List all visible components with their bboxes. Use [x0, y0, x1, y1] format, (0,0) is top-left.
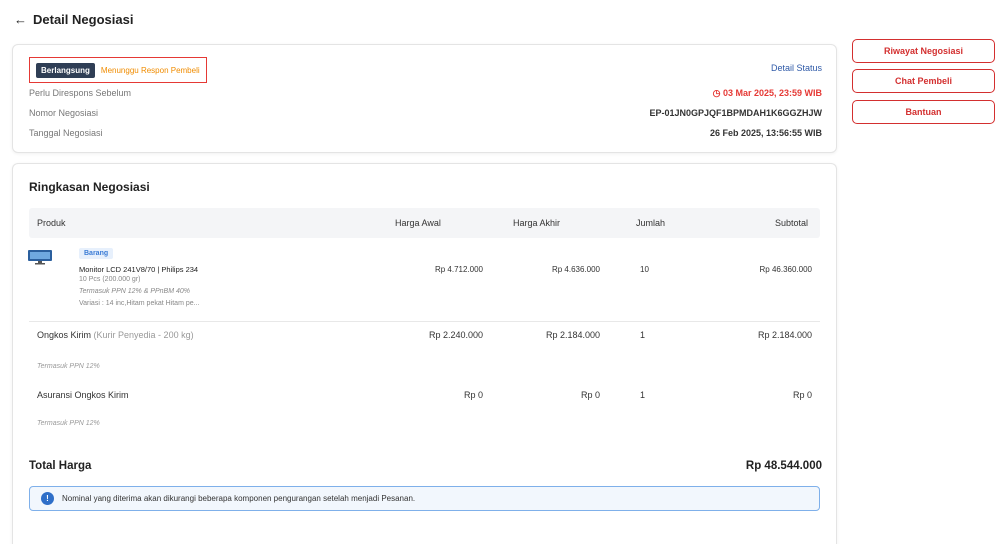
page-title: Detail Negosiasi: [33, 11, 134, 27]
shipping-jumlah: 1: [640, 330, 646, 340]
insurance-tax-note: Termasuk PPN 12%: [37, 420, 100, 427]
detail-status-link[interactable]: Detail Status: [771, 63, 822, 73]
monitor-thumbnail: [28, 250, 52, 265]
product-qty-weight: 10 Pcs (200.000 gr): [79, 276, 141, 283]
summary-card: Ringkasan Negosiasi Produk Harga Awal Ha…: [12, 163, 837, 544]
status-card: Berlangsung Menunggu Respon Pembeli Deta…: [12, 44, 837, 153]
insurance-subtotal: Rp 0: [792, 390, 812, 400]
deadline-label: Perlu Direspons Sebelum: [29, 88, 132, 98]
product-tax-note: Termasuk PPN 12% & PPnBM 40%: [79, 288, 191, 295]
product-subtotal: Rp 46.360.000: [759, 265, 813, 274]
negotiation-number-label: Nomor Negosiasi: [29, 108, 99, 118]
product-variant: Variasi : 14 inc,Hitam pekat Hitam pe...: [79, 300, 200, 307]
shipping-label: Ongkos Kirim (Kurir Penyedia - 200 kg): [37, 330, 194, 340]
info-notice: ! Nominal yang diterima akan dikurangi b…: [29, 486, 820, 511]
chat-pembeli-button[interactable]: Chat Pembeli: [852, 69, 995, 93]
table-header: Produk Harga Awal Harga Akhir Jumlah Sub…: [29, 208, 820, 238]
shipping-harga-awal: Rp 2.240.000: [428, 330, 483, 340]
page-header: ← Detail Negosiasi: [14, 8, 133, 30]
status-badges: Berlangsung Menunggu Respon Pembeli: [29, 57, 207, 83]
col-harga-awal: Harga Awal: [395, 218, 441, 228]
insurance-harga-akhir: Rp 0: [580, 390, 600, 400]
status-badge: Berlangsung: [36, 62, 95, 78]
negotiation-date-value: 26 Feb 2025, 13:56:55 WIB: [709, 128, 822, 138]
negotiation-date-label: Tanggal Negosiasi: [29, 128, 103, 138]
product-name[interactable]: Monitor LCD 241V8/70 | Philips 234: [79, 265, 198, 274]
info-text: Nominal yang diterima akan dikurangi beb…: [62, 494, 416, 503]
bantuan-button[interactable]: Bantuan: [852, 100, 995, 124]
deadline-value: ◷ 03 Mar 2025, 23:59 WIB: [712, 88, 822, 98]
insurance-label: Asuransi Ongkos Kirim: [37, 390, 129, 400]
negotiation-number-value: EP-01JN0GPJQF1BPMDAH1K6GGZHJW: [649, 108, 822, 118]
summary-title: Ringkasan Negosiasi: [29, 180, 150, 194]
arrow-left-icon[interactable]: ←: [14, 12, 27, 27]
shipping-tax-note: Termasuk PPN 12%: [37, 363, 100, 370]
shipping-subtotal: Rp 2.184.000: [757, 330, 812, 340]
insurance-harga-awal: Rp 0: [463, 390, 483, 400]
product-type-tag: Barang: [79, 248, 114, 259]
insurance-jumlah: 1: [640, 390, 646, 400]
product-harga-akhir: Rp 4.636.000: [551, 265, 600, 274]
product-harga-awal: Rp 4.712.000: [434, 265, 483, 274]
total-label: Total Harga: [29, 460, 92, 472]
info-icon: !: [41, 492, 54, 505]
col-harga-akhir: Harga Akhir: [513, 218, 561, 228]
divider: [29, 321, 820, 322]
col-produk: Produk: [37, 218, 66, 228]
shipping-harga-akhir: Rp 2.184.000: [545, 330, 600, 340]
col-jumlah: Jumlah: [636, 218, 666, 228]
product-jumlah: 10: [640, 265, 649, 274]
col-subtotal: Subtotal: [774, 218, 808, 228]
status-state-label: Menunggu Respon Pembeli: [100, 65, 200, 75]
clock-icon: ◷: [712, 88, 721, 98]
total-value: Rp 48.544.000: [745, 460, 822, 472]
riwayat-negosiasi-button[interactable]: Riwayat Negosiasi: [852, 39, 995, 63]
